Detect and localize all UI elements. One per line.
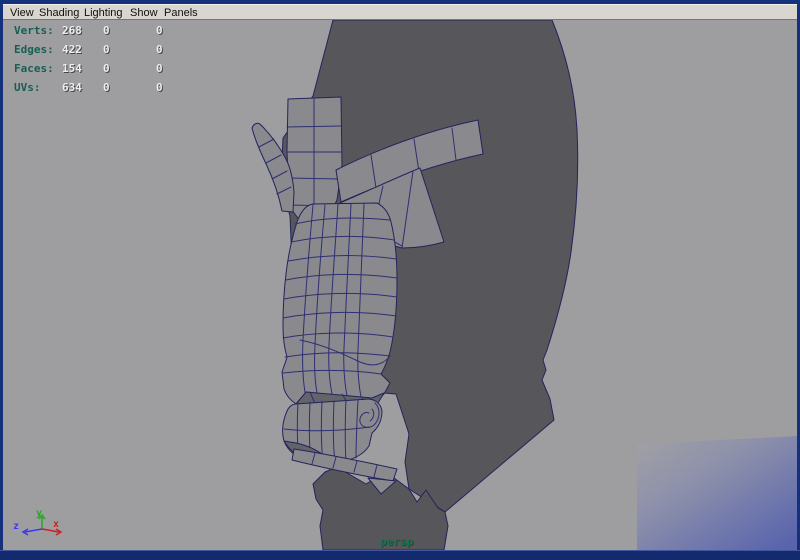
hud-row-uvs: UVs: 634 0 0	[3, 81, 223, 94]
camera-name-label: persp	[380, 535, 414, 548]
hud-faces-total: 154	[62, 62, 82, 75]
axis-z-label: z	[13, 521, 19, 532]
axis-z-line	[21, 528, 43, 536]
hud-verts-label: Verts:	[14, 24, 54, 37]
viewport-canvas: y z x	[13, 20, 797, 550]
hud-uvs-col2: 0	[103, 81, 110, 94]
axis-triad: y z x	[13, 508, 63, 536]
hud-faces-label: Faces:	[14, 62, 54, 75]
panel-menu-bar: View Shading Lighting Show Panels	[3, 4, 797, 20]
hud-edges-total: 422	[62, 43, 82, 56]
nose-mesh	[281, 202, 398, 408]
hud-verts-col3: 0	[156, 24, 163, 37]
hud-uvs-col3: 0	[156, 81, 163, 94]
hud-verts-total: 268	[62, 24, 82, 37]
menu-shading[interactable]: Shading	[39, 6, 79, 20]
hud-row-verts: Verts: 268 0 0	[3, 24, 223, 37]
window-bottom-edge	[0, 550, 800, 560]
hud-row-edges: Edges: 422 0 0	[3, 43, 223, 56]
hud-faces-col3: 0	[156, 62, 163, 75]
hud-verts-col2: 0	[103, 24, 110, 37]
hud-row-faces: Faces: 154 0 0	[3, 62, 223, 75]
hud-uvs-total: 634	[62, 81, 82, 94]
menu-panels[interactable]: Panels	[164, 6, 198, 20]
hud-edges-col2: 0	[103, 43, 110, 56]
perspective-viewport[interactable]: y z x Verts: 268 0 0 Edges: 422 0 0 Face…	[3, 20, 797, 550]
hud-uvs-label: UVs:	[14, 81, 41, 94]
menu-view[interactable]: View	[10, 6, 34, 20]
maya-panel-window: View Shading Lighting Show Panels y z x …	[0, 0, 800, 560]
axis-x-label: x	[53, 519, 59, 530]
hud-faces-col2: 0	[103, 62, 110, 75]
gradient-image-plane	[637, 436, 797, 550]
axis-y-label: y	[36, 508, 42, 519]
hud-edges-col3: 0	[156, 43, 163, 56]
menu-lighting[interactable]: Lighting	[84, 6, 123, 20]
menu-show[interactable]: Show	[130, 6, 158, 20]
hud-edges-label: Edges:	[14, 43, 54, 56]
